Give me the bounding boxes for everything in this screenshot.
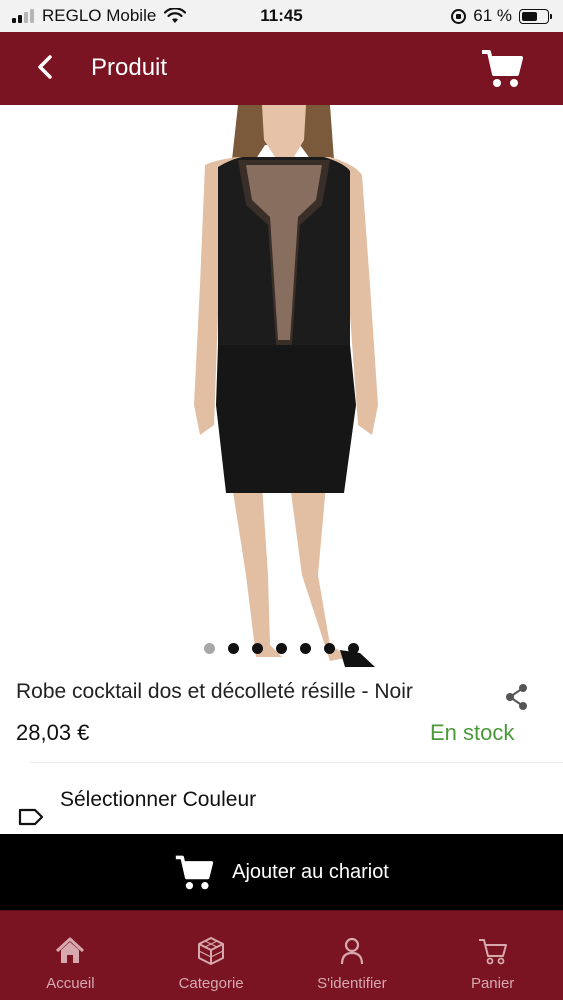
carousel-dot[interactable] [300,643,311,654]
nav-label: S'identifier [317,975,387,992]
product-name: Robe cocktail dos et décolleté résille -… [16,680,413,703]
carousel-dot[interactable] [324,643,335,654]
tag-icon [18,808,44,826]
battery-icon [519,8,552,24]
cube-icon [198,937,225,965]
page-title: Produit [91,54,168,81]
home-icon [56,937,85,963]
carousel-dot[interactable] [228,643,239,654]
orientation-lock-icon [451,8,467,24]
product-photo [0,105,563,667]
product-image[interactable] [0,105,563,667]
nav-item-accueil[interactable]: Accueil [0,911,141,1000]
product-price: 28,03 € [16,720,90,745]
carousel-dot[interactable] [276,643,287,654]
divider [30,762,563,763]
status-bar: REGLO Mobile 11:45 61 % [0,0,563,32]
share-button[interactable] [503,683,531,711]
app-header: Produit [0,32,563,105]
cart-icon [482,50,523,87]
nav-label: Categorie [178,975,244,992]
carousel-dot[interactable] [348,643,359,654]
status-right: 61 % [451,6,552,26]
nav-item-identifier[interactable]: S'identifier [282,911,423,1000]
chevron-left-icon [38,55,52,79]
nav-label: Panier [470,975,515,992]
carousel-dots[interactable] [0,643,563,655]
bottom-nav: Accueil Categorie S'identifier Panier [0,910,563,1000]
nav-label: Accueil [46,975,95,992]
stock-status: En stock [430,720,515,745]
back-button[interactable] [30,52,60,82]
add-to-cart-label: Ajouter au chariot [232,860,389,883]
color-selector-label: Sélectionner Couleur [60,788,257,811]
battery-fill [522,11,537,21]
nav-item-panier[interactable]: Panier [422,911,563,1000]
share-icon [506,684,527,710]
header-cart-button[interactable] [480,46,524,90]
nav-item-categorie[interactable]: Categorie [141,911,282,1000]
battery-percent: 61 % [473,6,512,25]
carousel-dot[interactable] [252,643,263,654]
cart-icon [175,855,214,890]
cart-outline-icon [478,939,507,965]
add-to-cart-button[interactable]: Ajouter au chariot [0,834,563,910]
color-selector[interactable]: Sélectionner Couleur [0,780,563,830]
user-icon [340,937,363,965]
carousel-dot[interactable] [204,643,215,654]
